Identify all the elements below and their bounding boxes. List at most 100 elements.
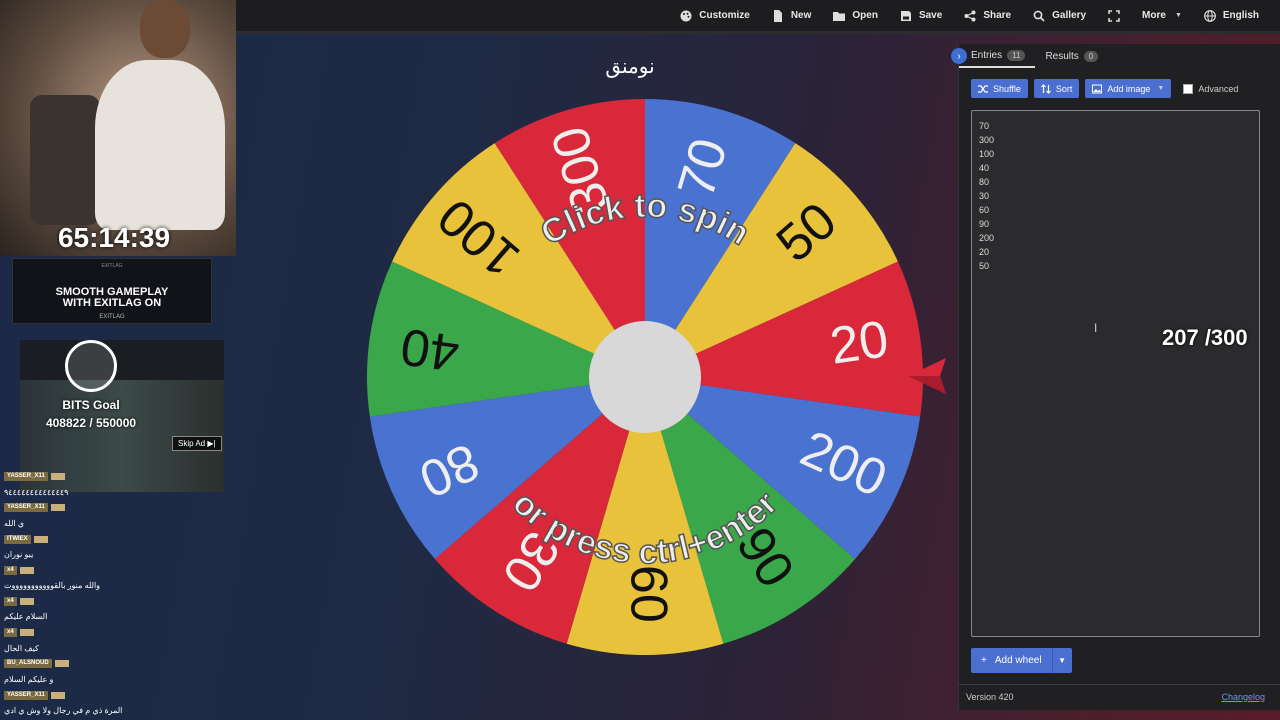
entries-toolbar: Shuffle Sort Add image ▼ Advanced — [971, 79, 1238, 98]
search-icon — [1033, 10, 1045, 22]
add-wheel-dropdown-button[interactable]: ▼ — [1051, 648, 1072, 673]
globe-icon — [1203, 9, 1216, 22]
chevron-down-icon: ▼ — [1058, 656, 1066, 665]
wheel-graphic[interactable]: 7050202009060308040100300 Click to spin … — [365, 97, 925, 657]
entries-count-badge: 11 — [1007, 49, 1026, 61]
tab-results[interactable]: Results 0 — [1035, 44, 1108, 68]
entry-line: 40 — [979, 163, 990, 173]
chat-message: و عليكم السلام — [4, 672, 224, 688]
plus-icon: + — [981, 655, 987, 666]
advanced-toggle[interactable]: Advanced — [1183, 83, 1239, 94]
chat-text: السلام عليكم — [4, 612, 48, 622]
add-wheel-button[interactable]: + Add wheel — [971, 648, 1052, 673]
wheel-center-hub[interactable] — [589, 321, 701, 433]
advanced-checkbox[interactable] — [1183, 83, 1194, 94]
chat-username[interactable]: x4 — [4, 597, 17, 607]
more-label: More — [1142, 10, 1166, 21]
exitlag-ad-banner: EXITLAG SMOOTH GAMEPLAY WITH EXITLAG ON … — [12, 258, 212, 324]
chat-username[interactable]: YASSER_X11 — [4, 472, 48, 482]
stream-timer: 65:14:39 — [57, 222, 171, 253]
chat-message: ITWIEX — [4, 531, 224, 547]
chat-username[interactable]: BU_ALSNOUD — [4, 659, 52, 669]
bits-goal-value: 408822 / 550000 — [45, 416, 137, 430]
sort-label: Sort — [1055, 83, 1073, 94]
entries-textarea[interactable]: 70 300 100 40 80 30 60 90 200 20 50 — [971, 110, 1260, 637]
chat-username[interactable]: x4 — [4, 565, 17, 575]
chat-username[interactable]: x4 — [4, 628, 17, 638]
wheel-pointer-icon — [908, 358, 946, 394]
entries-panel: › Entries 11 Results 0 Shuffle Sort Add … — [951, 44, 1280, 710]
chat-username[interactable]: ITWIEX — [4, 534, 31, 544]
stream-counter-overlay: 207 /300 — [1162, 325, 1248, 350]
changelog-link[interactable]: Changelog — [1221, 692, 1265, 702]
fullscreen-icon — [1108, 9, 1120, 22]
shuffle-label: Shuffle — [993, 83, 1021, 94]
customize-label: Customize — [699, 10, 750, 21]
ad-brand: EXITLAG — [99, 314, 125, 320]
advanced-label: Advanced — [1198, 83, 1239, 94]
shuffle-button[interactable]: Shuffle — [971, 79, 1028, 98]
entry-line: 90 — [979, 219, 990, 229]
open-label: Open — [852, 10, 878, 21]
save-icon — [900, 10, 911, 21]
chat-text: ي الله — [4, 518, 25, 528]
spin-wheel[interactable]: 70 50 20 200 90 60 30 80 40 100 300 Click to spin … — [365, 97, 925, 657]
tab-entries[interactable]: Entries 11 — [959, 44, 1036, 68]
add-wheel-label: Add wheel — [994, 655, 1042, 666]
chat-message: كيف الحال — [4, 641, 224, 657]
entry-line: 30 — [979, 191, 990, 201]
chat-text: ٩٤٤٤٤٤٤٤٤٤٤٤٤٤٩ — [4, 487, 69, 497]
chat-message: يبو نوران — [4, 547, 224, 563]
language-label: English — [1222, 10, 1259, 21]
chat-badge-icon — [50, 504, 65, 512]
entry-line: 200 — [979, 233, 995, 243]
entry-line: 60 — [979, 205, 990, 215]
palette-icon — [680, 10, 692, 21]
chat-message: ٩٤٤٤٤٤٤٤٤٤٤٤٤٤٩ — [4, 485, 224, 501]
bits-gem-icon — [65, 340, 117, 392]
chat-message: YASSER_X11 — [4, 500, 224, 516]
add-image-button[interactable]: Add image ▼ — [1085, 79, 1172, 98]
entry-line: 20 — [979, 247, 990, 257]
chat-badge-icon — [50, 473, 65, 481]
customize-button[interactable]: Customize — [669, 0, 761, 32]
chat-username[interactable]: YASSER_X11 — [4, 503, 48, 513]
more-button[interactable]: More ▼ — [1131, 0, 1193, 32]
chat-username[interactable]: YASSER_X11 — [4, 690, 48, 700]
chevron-down-icon[interactable]: ▼ — [1157, 85, 1164, 92]
new-label: New — [790, 10, 812, 21]
chat-message: x4 — [4, 594, 224, 610]
sort-button[interactable]: Sort — [1033, 79, 1080, 98]
chat-message: YASSER_X11 — [4, 687, 224, 703]
chat-message: x4 — [4, 625, 224, 641]
add-wheel-split-button: + Add wheel ▼ — [971, 648, 1072, 673]
chat-text: و عليكم السلام — [4, 674, 54, 684]
fullscreen-button[interactable] — [1097, 0, 1131, 32]
streamer-head — [140, 0, 190, 58]
entry-line: 50 — [979, 261, 990, 271]
panel-tabs: Entries 11 Results 0 — [959, 44, 1108, 68]
open-button[interactable]: Open — [822, 0, 889, 32]
share-label: Share — [983, 10, 1012, 21]
chat-badge-icon — [33, 535, 48, 543]
save-button[interactable]: Save — [889, 0, 953, 32]
entry-line: 300 — [979, 135, 995, 145]
file-icon — [773, 9, 782, 22]
entry-line: 100 — [979, 149, 995, 159]
new-button[interactable]: New — [761, 0, 823, 32]
folder-icon — [833, 11, 846, 21]
language-button[interactable]: English — [1193, 0, 1270, 32]
image-icon — [1092, 84, 1103, 93]
sort-icon — [1040, 83, 1051, 94]
share-button[interactable]: Share — [953, 0, 1022, 32]
panel-footer: Version 420 Changelog — [959, 684, 1280, 708]
gallery-label: Gallery — [1052, 10, 1087, 21]
share-icon — [964, 10, 976, 21]
wheel-segment-label: 60 — [619, 565, 677, 623]
chat-text: والله منور بالقوووووووووووت — [4, 581, 101, 591]
gallery-button[interactable]: Gallery — [1022, 0, 1097, 32]
skip-ad-button[interactable]: Skip Ad ▶| — [172, 436, 222, 451]
chat-message: والله منور بالقوووووووووووت — [4, 578, 224, 594]
wheel-segment-label: 20 — [826, 310, 892, 376]
wheel-title: نومنق — [605, 56, 655, 78]
